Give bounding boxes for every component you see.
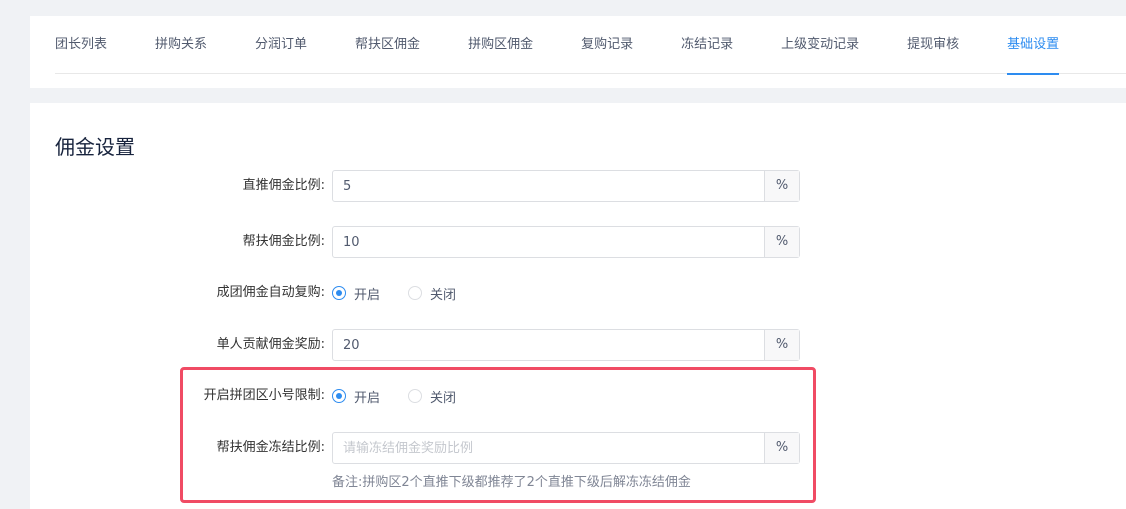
radio-checked-icon (332, 286, 346, 300)
tab-group-relation[interactable]: 拼购关系 (155, 16, 207, 74)
radio-checked-icon (332, 389, 346, 403)
content-card: 佣金设置 直推佣金比例: % 帮扶佣金比例: % 成团佣金自动复购: 开启 (30, 103, 1126, 509)
single-contribution-input-group: % (332, 329, 800, 361)
freeze-ratio-input[interactable] (333, 433, 764, 463)
tab-bar: 团长列表 拼购关系 分润订单 帮扶区佣金 拼购区佣金 复购记录 冻结记录 上级变… (55, 16, 1126, 75)
auto-repurchase-radio-group: 开启 关闭 (332, 277, 484, 309)
tab-basic-settings[interactable]: 基础设置 (1007, 16, 1060, 75)
form-row-freeze-ratio: 帮扶佣金冻结比例: % (30, 432, 1126, 464)
form-row-auto-repurchase: 成团佣金自动复购: 开启 关闭 (30, 277, 1126, 309)
single-contribution-label: 单人贡献佣金奖励: (216, 337, 325, 352)
support-ratio-input[interactable] (333, 227, 764, 257)
radio-unchecked-icon (408, 286, 423, 300)
auto-repurchase-on-radio[interactable]: 开启 (332, 284, 380, 303)
tab-profit-orders[interactable]: 分润订单 (255, 16, 307, 74)
support-ratio-input-group: % (332, 226, 800, 258)
form-row-support-ratio: 帮扶佣金比例: % (30, 226, 1126, 258)
section-title: 佣金设置 (55, 135, 135, 159)
freeze-note: 备注:拼购区2个直推下级都推荐了2个直推下级后解冻冻结佣金 (332, 475, 691, 490)
alt-account-limit-label: 开启拼团区小号限制: (203, 388, 325, 403)
tab-support-commission[interactable]: 帮扶区佣金 (355, 16, 420, 74)
form-row-direct-ratio: 直推佣金比例: % (30, 170, 1126, 202)
tab-leader-list[interactable]: 团长列表 (55, 16, 107, 74)
percent-suffix: % (764, 171, 799, 201)
radio-label: 关闭 (430, 390, 457, 406)
direct-ratio-input-group: % (332, 170, 800, 202)
radio-label: 开启 (354, 390, 381, 406)
freeze-ratio-label: 帮扶佣金冻结比例: (216, 440, 325, 455)
form-row-single-contribution: 单人贡献佣金奖励: % (30, 329, 1126, 361)
alt-account-limit-radio-group: 开启 关闭 (332, 380, 484, 412)
tab-superior-change-records[interactable]: 上级变动记录 (781, 16, 859, 74)
direct-ratio-label: 直推佣金比例: (242, 178, 325, 193)
tab-repurchase-records[interactable]: 复购记录 (581, 16, 633, 74)
auto-repurchase-off-radio[interactable]: 关闭 (408, 284, 456, 303)
support-ratio-label: 帮扶佣金比例: (242, 234, 325, 249)
percent-suffix: % (764, 433, 799, 463)
single-contribution-input[interactable] (333, 330, 764, 360)
percent-suffix: % (764, 330, 799, 360)
tabs-card: 团长列表 拼购关系 分润订单 帮扶区佣金 拼购区佣金 复购记录 冻结记录 上级变… (30, 16, 1126, 88)
page: 团长列表 拼购关系 分润订单 帮扶区佣金 拼购区佣金 复购记录 冻结记录 上级变… (0, 0, 1126, 509)
auto-repurchase-label: 成团佣金自动复购: (216, 285, 325, 300)
freeze-ratio-input-group: % (332, 432, 800, 464)
radio-label: 开启 (354, 287, 381, 303)
alt-account-limit-off-radio[interactable]: 关闭 (408, 387, 456, 406)
direct-ratio-input[interactable] (333, 171, 764, 201)
form-row-alt-account-limit: 开启拼团区小号限制: 开启 关闭 (30, 380, 1126, 412)
percent-suffix: % (764, 227, 799, 257)
alt-account-limit-on-radio[interactable]: 开启 (332, 387, 380, 406)
tab-group-commission[interactable]: 拼购区佣金 (468, 16, 533, 74)
tab-withdraw-review[interactable]: 提现审核 (907, 16, 959, 74)
tab-freeze-records[interactable]: 冻结记录 (681, 16, 733, 74)
radio-label: 关闭 (430, 287, 457, 303)
radio-unchecked-icon (408, 389, 423, 403)
